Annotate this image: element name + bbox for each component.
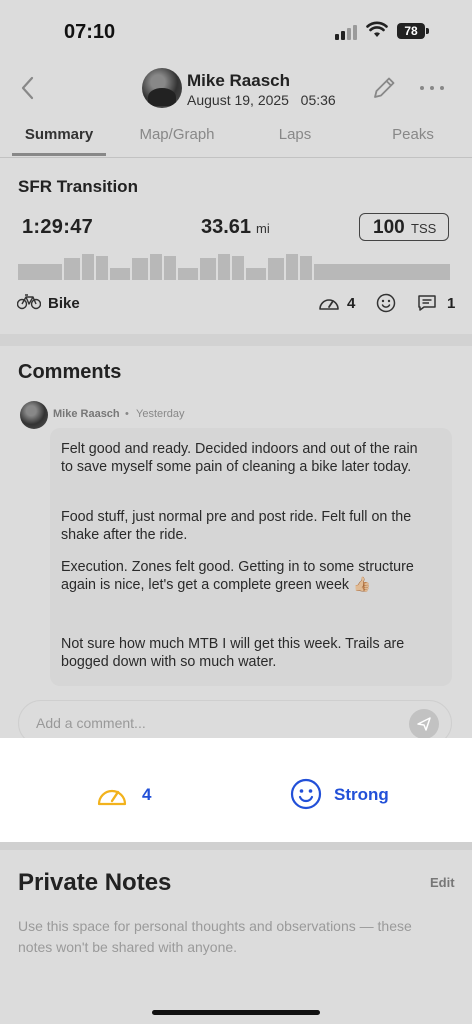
comment-paragraph: Not sure how much MTB I will get this we…	[61, 636, 405, 670]
tss-value: 100	[373, 217, 405, 238]
comment-icon	[418, 295, 436, 311]
comment-author-avatar	[20, 401, 48, 429]
send-icon	[417, 717, 431, 731]
rpe-gauge-icon	[97, 789, 127, 806]
interval-bar	[132, 258, 148, 280]
workout-feedback: 4 Strong	[0, 738, 472, 842]
section-divider	[0, 842, 472, 850]
send-comment-button[interactable]	[409, 709, 439, 739]
rpe-value: 4	[142, 785, 152, 804]
tab-peaks[interactable]: Peaks	[372, 116, 454, 156]
feel-button[interactable]: Strong	[290, 778, 400, 810]
interval-bar	[286, 254, 298, 280]
private-notes-title: Private Notes	[18, 869, 172, 896]
interval-bar	[300, 256, 312, 280]
more-dots-icon[interactable]	[418, 78, 446, 98]
private-notes-section: Private Notes Edit Use this space for pe…	[0, 850, 472, 1024]
tab-summary[interactable]: Summary	[12, 116, 106, 156]
status-time: 07:10	[64, 21, 116, 43]
comment-paragraph: Food stuff, just normal pre and post rid…	[61, 509, 412, 543]
athlete-name: Mike Raasch	[187, 71, 290, 90]
distance-unit: mi	[256, 221, 270, 236]
home-indicator[interactable]	[152, 1010, 320, 1015]
comment-bubble: Felt good and ready. Decided indoors and…	[50, 428, 452, 686]
athlete-avatar[interactable]	[142, 68, 182, 108]
comment-author: Mike Raasch	[53, 408, 120, 420]
feel-label: Strong	[334, 785, 389, 804]
interval-bar	[218, 254, 230, 280]
battery-tip	[426, 28, 429, 34]
activity-summary-card[interactable]: SFR Transition 1:29:47 33.61 mi 100 TSS …	[0, 158, 472, 334]
comment-paragraph: Execution. Zones felt good. Getting in t…	[61, 559, 414, 593]
smile-icon	[376, 293, 396, 313]
interval-bar	[246, 268, 266, 280]
pencil-icon[interactable]	[370, 74, 398, 102]
bike-icon	[17, 294, 41, 310]
private-notes-edit-button[interactable]: Edit	[430, 875, 455, 890]
private-notes-hint[interactable]: Use this space for personal thoughts and…	[18, 916, 448, 958]
interval-bar	[200, 258, 216, 280]
workout-tabs: Summary Map/Graph Laps Peaks	[0, 116, 472, 158]
interval-bar	[178, 268, 198, 280]
activity-title: SFR Transition	[18, 177, 138, 196]
duration-value: 1:29:47	[22, 216, 94, 238]
interval-bar	[164, 256, 176, 280]
rpe-gauge-icon	[319, 299, 339, 310]
comments-section: Comments Mike Raasch • Yesterday Felt go…	[0, 346, 472, 746]
comment-time: Yesterday	[136, 408, 185, 420]
smile-icon	[290, 778, 322, 810]
status-bar: 07:10 78	[0, 0, 472, 60]
interval-bar	[110, 268, 130, 280]
tss-badge: 100 TSS	[359, 213, 449, 241]
workout-time: 05:36	[300, 92, 336, 108]
battery-indicator: 78	[397, 23, 425, 39]
interval-bar	[232, 256, 244, 280]
interval-bar	[82, 254, 94, 280]
interval-bar	[268, 258, 284, 280]
interval-bar	[18, 264, 62, 280]
add-comment-input[interactable]	[36, 715, 396, 731]
comment-separator: •	[125, 408, 129, 420]
interval-bar	[314, 264, 450, 280]
wifi-icon	[366, 21, 388, 37]
rpe-button[interactable]: 4	[96, 780, 176, 810]
section-divider	[0, 334, 472, 346]
workout-header: Mike Raasch August 19, 2025 05:36	[0, 60, 472, 116]
back-chevron-icon[interactable]	[14, 72, 42, 104]
distance-value: 33.61	[201, 216, 252, 238]
comment-count: 1	[447, 295, 456, 312]
interval-bar	[96, 256, 108, 280]
workout-datetime: August 19, 2025 05:36	[187, 92, 336, 108]
interval-bar	[150, 254, 162, 280]
workout-date: August 19, 2025	[187, 92, 289, 108]
cellular-signal-icon	[335, 25, 357, 40]
tab-map-graph[interactable]: Map/Graph	[128, 116, 226, 156]
tab-laps[interactable]: Laps	[255, 116, 335, 156]
sport-label: Bike	[48, 295, 80, 312]
interval-bar	[64, 258, 80, 280]
tss-unit: TSS	[411, 221, 437, 236]
rpe-value: 4	[347, 295, 356, 312]
interval-structure-bars	[18, 254, 450, 280]
comment-paragraph: Felt good and ready. Decided indoors and…	[61, 441, 418, 475]
comments-heading: Comments	[18, 361, 122, 383]
